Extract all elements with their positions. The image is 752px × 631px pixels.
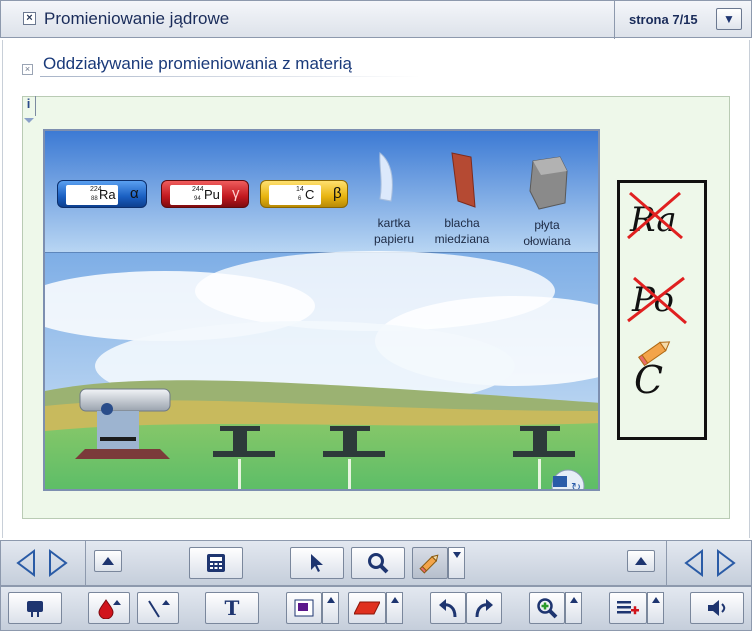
source-element: C (305, 187, 315, 202)
source-battery-ra[interactable]: 224 88 Ra α (57, 180, 147, 208)
list-add-icon (617, 601, 639, 615)
source-atomic-number: 94 (194, 196, 201, 202)
section-collapse-icon[interactable]: × (22, 64, 33, 75)
absorber-label-line: papieru (373, 232, 415, 246)
eraser-icon (354, 601, 380, 615)
prev-page-icon[interactable] (14, 549, 38, 577)
whiteboard-icon (27, 601, 43, 617)
source-mass-number: 244 (192, 186, 204, 193)
triangle-up-icon (326, 597, 335, 603)
calculator-button[interactable] (189, 547, 243, 579)
section-underline (40, 76, 420, 77)
next-page-icon-right[interactable] (714, 549, 738, 577)
info-icon[interactable]: i (22, 96, 36, 116)
toolbar-separator (85, 541, 86, 585)
source-atomic-number: 6 (298, 196, 302, 202)
pencil-icon (419, 554, 439, 574)
speaker-icon (708, 600, 726, 616)
undo-button[interactable] (430, 592, 466, 624)
svg-text:↻: ↻ (571, 480, 581, 491)
triangle-up-icon (569, 597, 578, 603)
fill-color-dropdown[interactable] (322, 592, 339, 624)
search-tool-button[interactable] (351, 547, 405, 579)
source-battery-pu[interactable]: 244 94 Pu γ (161, 180, 249, 208)
text-tool-button[interactable]: T (205, 592, 259, 624)
scroll-up-button[interactable] (94, 550, 122, 572)
next-page-icon[interactable] (46, 549, 70, 577)
pointer-tool-button[interactable] (290, 547, 344, 579)
close-icon[interactable]: × (23, 12, 36, 25)
eraser-button[interactable] (348, 592, 386, 624)
absorber-label-line: ołowiana (523, 234, 571, 248)
source-radiation-type: α (130, 185, 139, 202)
zoom-in-button[interactable] (529, 592, 565, 624)
color-picker-button[interactable] (88, 592, 130, 624)
source-atomic-number: 88 (91, 196, 98, 202)
sound-button[interactable] (690, 592, 744, 624)
handwriting-notes-board[interactable]: Ra Po C (617, 180, 707, 440)
zoom-in-icon (537, 598, 558, 619)
source-mass-number: 14 (296, 186, 304, 193)
toolbar-separator (666, 541, 667, 585)
triangle-up-icon (651, 597, 660, 603)
absorber-paper-label[interactable]: kartka papieru (366, 215, 422, 247)
info-arrow-icon[interactable] (24, 118, 34, 123)
window-title: Promieniowanie jądrowe (44, 9, 230, 28)
prev-page-icon-right[interactable] (682, 549, 706, 577)
line-tool-button[interactable] (137, 592, 179, 624)
fill-color-icon (294, 599, 314, 617)
zoom-dropdown[interactable] (565, 592, 582, 624)
fill-color-button[interactable] (286, 592, 322, 624)
absorber-label-line: płyta (534, 218, 560, 232)
triangle-up-icon (102, 557, 114, 565)
absorber-label-line: blacha (444, 216, 480, 230)
absorber-label-line: kartka (377, 216, 411, 230)
eraser-dropdown[interactable] (386, 592, 403, 624)
text-tool-icon: T (224, 596, 240, 620)
source-radiation-type: β (333, 185, 342, 202)
source-radiation-type: γ (232, 185, 240, 202)
scroll-up-button-right[interactable] (627, 550, 655, 572)
triangle-up-icon (635, 557, 647, 565)
source-element: Ra (99, 187, 116, 202)
absorber-label-line: miedziana (434, 232, 490, 246)
source-element: Pu (204, 187, 220, 202)
source-battery-c[interactable]: 14 6 C β (260, 180, 348, 208)
ink-drop-icon (98, 599, 121, 619)
calculator-icon (207, 554, 225, 572)
absorber-lead-label[interactable]: płyta ołowiana (512, 217, 582, 249)
section-title: Oddziaływanie promieniowania z materią (43, 54, 352, 73)
redo-button[interactable] (466, 592, 502, 624)
pencil-tool-button[interactable] (412, 547, 448, 579)
magnifier-icon (368, 553, 389, 574)
whiteboard-button[interactable] (8, 592, 62, 624)
cursor-icon (311, 554, 323, 572)
triangle-down-icon (452, 552, 461, 558)
add-note-dropdown[interactable] (647, 592, 664, 624)
redo-icon (475, 599, 493, 618)
handwriting-drawing: Ra Po C (627, 191, 687, 402)
page-indicator: strona 7/15 (629, 12, 698, 27)
add-note-button[interactable] (609, 592, 647, 624)
absorber-copper-label[interactable]: blacha miedziana (428, 215, 496, 247)
title-separator (614, 1, 615, 39)
undo-icon (439, 599, 457, 618)
triangle-up-icon (390, 597, 399, 603)
note-c: C (634, 358, 663, 402)
line-icon (148, 600, 170, 618)
pencil-options-dropdown[interactable] (448, 547, 465, 579)
title-bar: × Promieniowanie jądrowe strona 7/15 ▼ (0, 0, 752, 39)
page-menu-dropdown-button[interactable]: ▼ (716, 8, 742, 30)
note-ra: Ra (629, 200, 677, 240)
